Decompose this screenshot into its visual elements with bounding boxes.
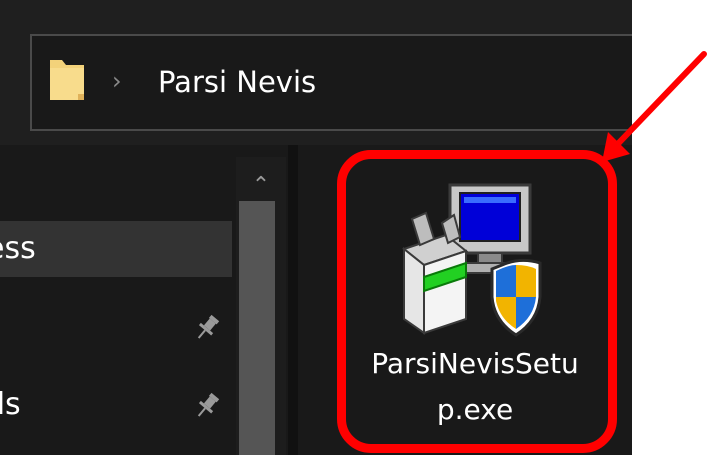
file-list-pane: ParsiNevisSetup.exe — [298, 145, 632, 455]
scrollbar-thumb[interactable] — [239, 201, 275, 455]
file-name-label: ParsiNevisSetup.exe — [371, 347, 579, 426]
pin-icon[interactable] — [192, 313, 222, 343]
breadcrumb-separator: › — [112, 67, 122, 95]
breadcrumb-current-folder[interactable]: Parsi Nevis — [158, 64, 316, 100]
nav-item-pinned[interactable]: ds — [0, 377, 232, 433]
annotation-arrow-icon — [602, 51, 707, 162]
nav-item-selected[interactable]: ess — [0, 221, 232, 277]
file-explorer-window: › Parsi Nevis ess ds — [0, 0, 632, 455]
toolbar-area: › Parsi Nevis — [0, 0, 632, 145]
nav-item-label: ess — [0, 231, 36, 266]
pane-divider[interactable] — [288, 145, 298, 455]
address-bar[interactable]: › Parsi Nevis — [30, 34, 632, 131]
nav-item-pinned[interactable] — [0, 299, 232, 355]
file-item-installer[interactable]: ParsiNevisSetup.exe — [338, 145, 612, 445]
nav-item-label: ds — [0, 387, 21, 422]
scroll-up-icon[interactable]: ⌃ — [236, 171, 286, 201]
folder-icon — [50, 60, 84, 100]
pin-icon[interactable] — [192, 391, 222, 421]
installer-icon — [401, 183, 542, 337]
nav-pane-scrollbar[interactable]: ⌃ — [236, 157, 286, 455]
